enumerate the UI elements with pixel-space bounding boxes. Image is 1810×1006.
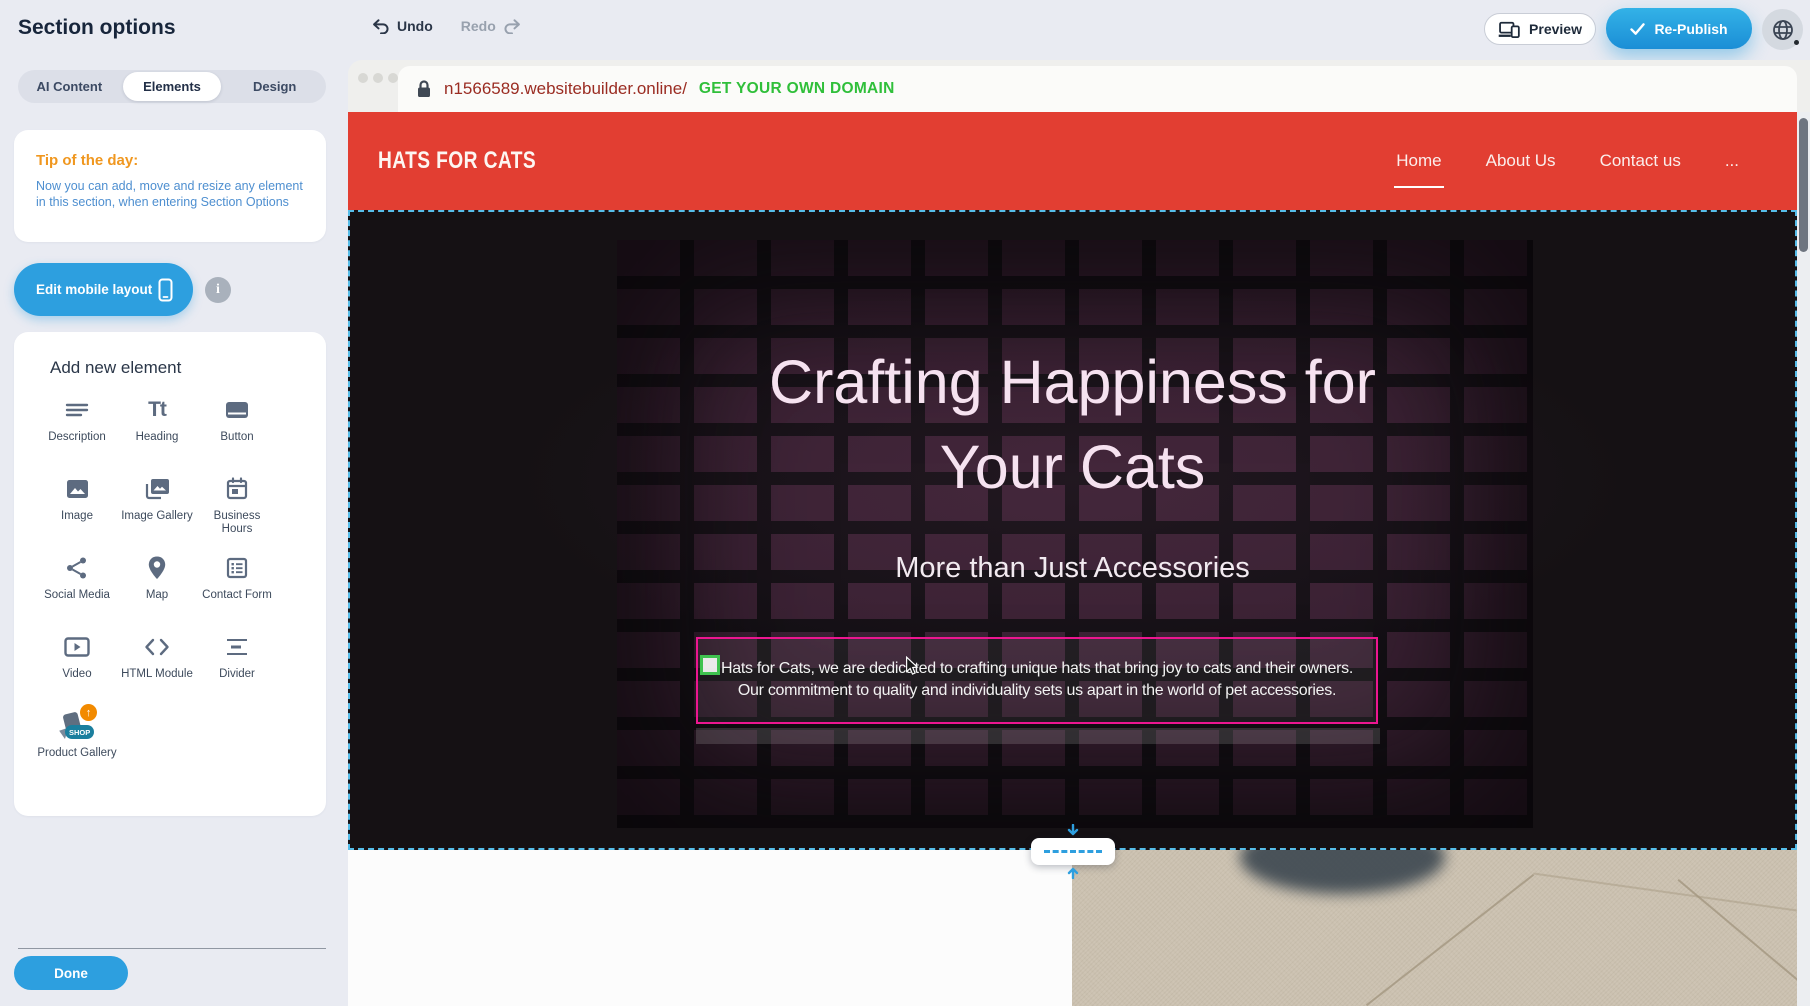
website-canvas: HATS FOR CATS Home About Us Contact us .… xyxy=(348,112,1797,1006)
shop-badge: SHOP xyxy=(65,725,94,739)
tip-title: Tip of the day: xyxy=(36,152,306,169)
section-resize-handle[interactable] xyxy=(1031,838,1115,865)
preview-button[interactable]: Preview xyxy=(1484,13,1596,45)
upgrade-arrow-badge: ↑ xyxy=(80,704,97,721)
redo-button[interactable]: Redo xyxy=(461,18,521,34)
hero-body-text: Hats for Cats, we are dedicated to craft… xyxy=(698,639,1376,701)
image-icon xyxy=(65,473,90,505)
check-icon xyxy=(1630,23,1645,35)
mouse-cursor xyxy=(905,656,920,676)
lock-icon xyxy=(416,79,432,99)
language-globe-button[interactable] xyxy=(1762,9,1803,50)
tab-elements[interactable]: Elements xyxy=(123,72,222,101)
element-heading[interactable]: Tt Heading xyxy=(117,394,197,473)
tab-design[interactable]: Design xyxy=(225,72,324,101)
resize-handle-left[interactable] xyxy=(700,655,720,675)
element-product-gallery[interactable]: ↑ SHOP Product Gallery xyxy=(37,710,117,789)
sidebar-divider xyxy=(18,948,326,949)
sidebar-tabs: AI Content Elements Design xyxy=(18,70,326,103)
product-gallery-icon: ↑ SHOP xyxy=(58,710,96,742)
site-url: n1566589.websitebuilder.online/ xyxy=(444,79,687,99)
nav-contact-us[interactable]: Contact us xyxy=(1600,151,1681,171)
phone-icon xyxy=(158,278,173,302)
preview-scrollbar xyxy=(1797,112,1810,1006)
done-button[interactable]: Done xyxy=(14,956,128,990)
element-grid: Description Tt Heading Button Image Imag… xyxy=(37,394,277,789)
hero-heading[interactable]: Crafting Happiness for Your Cats xyxy=(350,340,1795,510)
notification-dot xyxy=(1794,40,1799,45)
hero-subheading[interactable]: More than Just Accessories xyxy=(350,552,1795,585)
site-logo[interactable]: HATS FOR CATS xyxy=(378,147,536,175)
arrow-up-icon xyxy=(1066,865,1080,879)
element-contact-form[interactable]: Contact Form xyxy=(197,552,277,631)
video-icon xyxy=(63,631,91,663)
image-gallery-icon xyxy=(143,473,171,505)
element-html-module[interactable]: HTML Module xyxy=(117,631,197,710)
nav-about-us[interactable]: About Us xyxy=(1486,151,1556,171)
arrow-down-icon xyxy=(1066,824,1080,838)
browser-dots xyxy=(358,73,398,83)
social-media-icon xyxy=(65,552,89,584)
cat-shadow xyxy=(1240,850,1445,894)
business-hours-icon xyxy=(225,473,249,505)
selected-text-element[interactable]: Hats for Cats, we are dedicated to craft… xyxy=(696,637,1378,724)
element-image-gallery[interactable]: Image Gallery xyxy=(117,473,197,552)
element-video[interactable]: Video xyxy=(37,631,117,710)
browser-url-bar[interactable]: n1566589.websitebuilder.online/ GET YOUR… xyxy=(398,66,1797,112)
description-icon xyxy=(64,394,90,426)
undo-button[interactable]: Undo xyxy=(372,18,433,34)
contact-form-icon xyxy=(225,552,249,584)
hero-section-selected[interactable]: Crafting Happiness for Your Cats More th… xyxy=(348,210,1797,850)
section-boundary-dash xyxy=(1044,850,1102,853)
element-hover-strip xyxy=(696,728,1380,744)
floor-photo xyxy=(1072,850,1797,1006)
site-header[interactable]: HATS FOR CATS Home About Us Contact us .… xyxy=(348,112,1797,210)
element-map[interactable]: Map xyxy=(117,552,197,631)
info-icon[interactable]: i xyxy=(205,277,231,303)
element-button[interactable]: Button xyxy=(197,394,277,473)
element-divider[interactable]: Divider xyxy=(197,631,277,710)
scrollbar-thumb[interactable] xyxy=(1799,118,1808,252)
element-image[interactable]: Image xyxy=(37,473,117,552)
floor-grout-line xyxy=(1533,872,1797,911)
element-description[interactable]: Description xyxy=(37,394,117,473)
element-social-media[interactable]: Social Media xyxy=(37,552,117,631)
republish-button[interactable]: Re-Publish xyxy=(1606,8,1752,49)
get-domain-link[interactable]: GET YOUR OWN DOMAIN xyxy=(699,80,895,98)
divider-icon xyxy=(224,631,250,663)
tab-ai-content[interactable]: AI Content xyxy=(20,72,119,101)
floor-grout-line xyxy=(1366,874,1534,1006)
redo-icon xyxy=(503,18,521,34)
heading-icon: Tt xyxy=(148,394,166,426)
site-nav: Home About Us Contact us ... xyxy=(1396,112,1739,210)
add-new-element-title: Add new element xyxy=(50,358,181,378)
section-options-sidebar: AI Content Elements Design Tip of the da… xyxy=(0,0,348,1006)
element-business-hours[interactable]: Business Hours xyxy=(197,473,277,552)
nav-more-menu[interactable]: ... xyxy=(1725,151,1739,171)
undo-icon xyxy=(372,18,390,34)
map-icon xyxy=(146,552,168,584)
devices-icon xyxy=(1498,21,1520,38)
nav-home[interactable]: Home xyxy=(1396,151,1441,171)
add-new-element-card: Add new element Description Tt Heading B… xyxy=(14,332,326,816)
tip-of-the-day-card: Tip of the day: Now you can add, move an… xyxy=(14,130,326,242)
edit-mobile-layout-button[interactable]: Edit mobile layout xyxy=(14,263,193,316)
globe-icon xyxy=(1771,18,1795,42)
tip-body: Now you can add, move and resize any ele… xyxy=(36,178,308,210)
html-module-icon xyxy=(143,631,171,663)
button-icon xyxy=(223,394,251,426)
